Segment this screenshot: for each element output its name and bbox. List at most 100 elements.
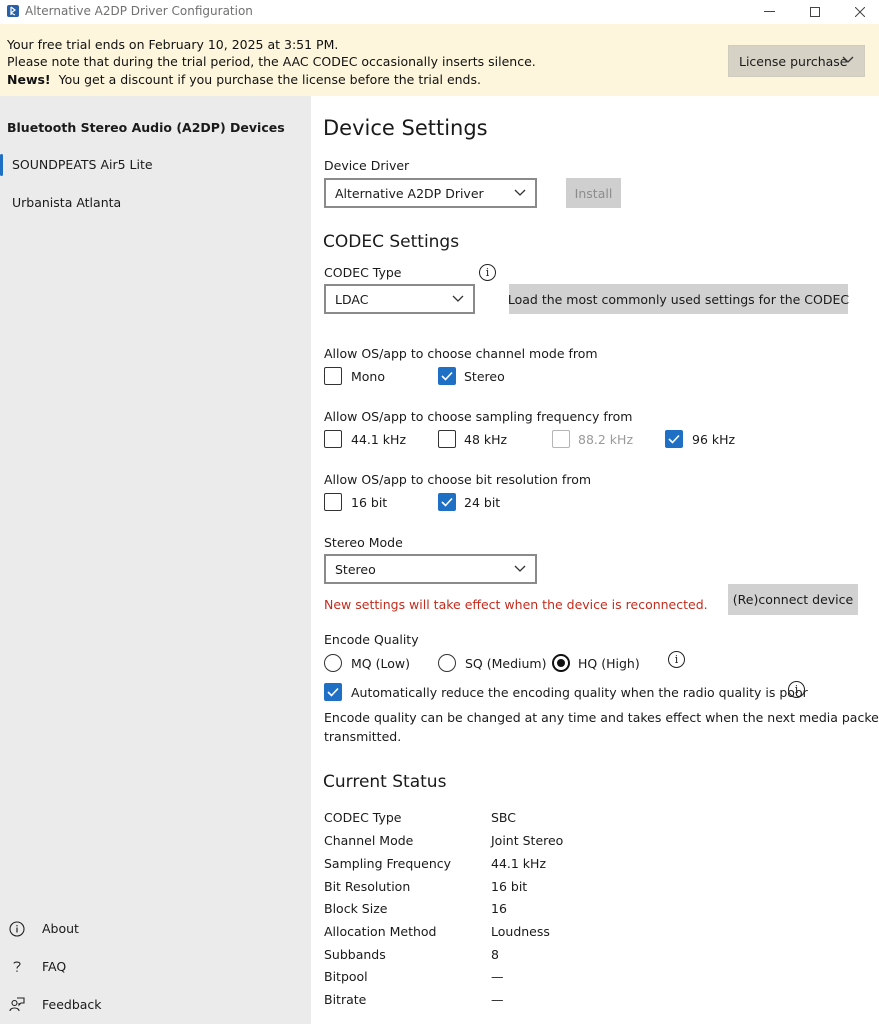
channel-mode-label: Allow OS/app to choose channel mode from — [324, 346, 598, 361]
reconnect-warning: New settings will take effect when the d… — [324, 597, 708, 612]
status-value: 16 bit — [491, 879, 528, 894]
faq-label: FAQ — [42, 959, 67, 974]
device-driver-value: Alternative A2DP Driver — [335, 185, 484, 201]
about-label: About — [42, 921, 79, 936]
chevron-down-icon — [452, 295, 464, 302]
chevron-down-icon — [514, 565, 526, 572]
status-value: SBC — [491, 810, 517, 825]
app-icon — [7, 5, 19, 17]
maximize-icon — [810, 7, 820, 17]
quality-mq-label: MQ (Low) — [351, 656, 410, 671]
status-value: Joint Stereo — [491, 833, 564, 848]
sidebar-item-soundpeats[interactable]: SOUNDPEATS Air5 Lite — [12, 157, 153, 172]
quality-hq-label: HQ (High) — [578, 656, 640, 671]
status-key: CODEC Type — [324, 810, 402, 825]
news-line: News! You get a discount if you purchase… — [7, 72, 481, 87]
reconnect-device-button[interactable]: (Re)connect device — [728, 584, 858, 615]
auto-reduce-checkbox[interactable] — [324, 683, 342, 701]
news-text: You get a discount if you purchase the l… — [58, 72, 481, 87]
status-key: Block Size — [324, 901, 388, 916]
selection-indicator — [0, 154, 3, 176]
device-driver-label: Device Driver — [324, 158, 410, 173]
chevron-down-icon — [842, 56, 854, 63]
codec-type-dropdown[interactable]: LDAC — [324, 284, 475, 314]
load-common-settings-button[interactable]: Load the most commonly used settings for… — [507, 284, 850, 314]
sampling-44-checkbox[interactable] — [324, 430, 342, 448]
title-bar: Alternative A2DP Driver Configuration — [0, 0, 879, 24]
codec-info-icon[interactable]: i — [479, 264, 496, 281]
sampling-48-checkbox[interactable] — [438, 430, 456, 448]
auto-reduce-info-icon[interactable]: i — [788, 681, 805, 698]
reconnect-device-label: (Re)connect device — [732, 592, 854, 607]
minimize-button[interactable] — [747, 0, 791, 24]
device-settings-title: Device Settings — [323, 116, 488, 140]
news-label: News! — [7, 72, 51, 87]
stereo-checkbox[interactable] — [438, 367, 456, 385]
info-icon — [9, 921, 25, 937]
sidebar-item-feedback[interactable]: Feedback — [0, 990, 311, 1020]
close-button[interactable] — [838, 0, 879, 24]
current-status-title: Current Status — [323, 772, 447, 792]
bitres-label: Allow OS/app to choose bit resolution fr… — [324, 472, 592, 487]
stereo-label: Stereo — [464, 369, 505, 384]
stereo-mode-dropdown[interactable]: Stereo — [324, 554, 537, 584]
sampling-88-checkbox[interactable] — [552, 430, 570, 448]
status-value: 8 — [491, 947, 499, 962]
install-label: Install — [574, 185, 613, 201]
status-key: Subbands — [324, 947, 386, 962]
device-driver-dropdown[interactable]: Alternative A2DP Driver — [324, 178, 537, 208]
question-icon — [13, 961, 21, 972]
minimize-icon — [763, 11, 775, 12]
status-key: Sampling Frequency — [324, 856, 452, 871]
auto-reduce-label: Automatically reduce the encoding qualit… — [351, 685, 808, 700]
status-value: Loudness — [491, 924, 550, 939]
sidebar-item-urbanista[interactable]: Urbanista Atlanta — [12, 195, 121, 210]
checkmark-icon — [668, 434, 680, 444]
license-purchase-label: License purchase — [739, 53, 848, 69]
sidebar: Bluetooth Stereo Audio (A2DP) Devices SO… — [0, 96, 311, 1024]
bitres-16-label: 16 bit — [351, 495, 388, 510]
window-title: Alternative A2DP Driver Configuration — [25, 4, 253, 18]
trial-note-text: Please note that during the trial period… — [7, 54, 536, 69]
license-purchase-button[interactable]: License purchase — [728, 45, 865, 77]
sampling-88-label: 88.2 kHz — [578, 432, 634, 447]
status-key: Bit Resolution — [324, 879, 411, 894]
quality-sq-label: SQ (Medium) — [465, 656, 547, 671]
encode-note-line2: transmitted. — [324, 729, 402, 744]
bitres-16-checkbox[interactable] — [324, 493, 342, 511]
status-value: — — [491, 992, 504, 1007]
status-value: 44.1 kHz — [491, 856, 547, 871]
codec-type-value: LDAC — [335, 291, 369, 307]
codec-settings-title: CODEC Settings — [323, 232, 460, 252]
main-content: Device Settings Device Driver Alternativ… — [311, 96, 879, 1024]
mono-label: Mono — [351, 369, 386, 384]
mono-checkbox[interactable] — [324, 367, 342, 385]
sampling-96-label: 96 kHz — [692, 432, 736, 447]
feedback-icon — [9, 997, 25, 1012]
trial-end-text: Your free trial ends on February 10, 202… — [7, 37, 339, 52]
quality-info-icon[interactable]: i — [668, 651, 685, 668]
checkmark-icon — [441, 497, 453, 507]
checkmark-icon — [327, 687, 339, 697]
feedback-label: Feedback — [42, 997, 102, 1012]
sampling-44-label: 44.1 kHz — [351, 432, 407, 447]
status-key: Bitrate — [324, 992, 367, 1007]
status-key: Allocation Method — [324, 924, 437, 939]
sidebar-header: Bluetooth Stereo Audio (A2DP) Devices — [7, 120, 285, 135]
sampling-label: Allow OS/app to choose sampling frequenc… — [324, 409, 633, 424]
install-button[interactable]: Install — [566, 178, 621, 208]
maximize-button[interactable] — [793, 0, 837, 24]
status-value: 16 — [491, 901, 507, 916]
sidebar-item-about[interactable]: About — [0, 914, 311, 944]
load-common-settings-label: Load the most commonly used settings for… — [507, 291, 850, 307]
quality-hq-radio[interactable] — [552, 654, 570, 672]
sidebar-item-faq[interactable]: FAQ — [0, 952, 311, 982]
bitres-24-label: 24 bit — [464, 495, 501, 510]
bitres-24-checkbox[interactable] — [438, 493, 456, 511]
sampling-48-label: 48 kHz — [464, 432, 508, 447]
quality-mq-radio[interactable] — [324, 654, 342, 672]
encode-note-line1: Encode quality can be changed at any tim… — [324, 710, 879, 725]
sampling-96-checkbox[interactable] — [665, 430, 683, 448]
quality-sq-radio[interactable] — [438, 654, 456, 672]
stereo-mode-label: Stereo Mode — [324, 535, 403, 550]
